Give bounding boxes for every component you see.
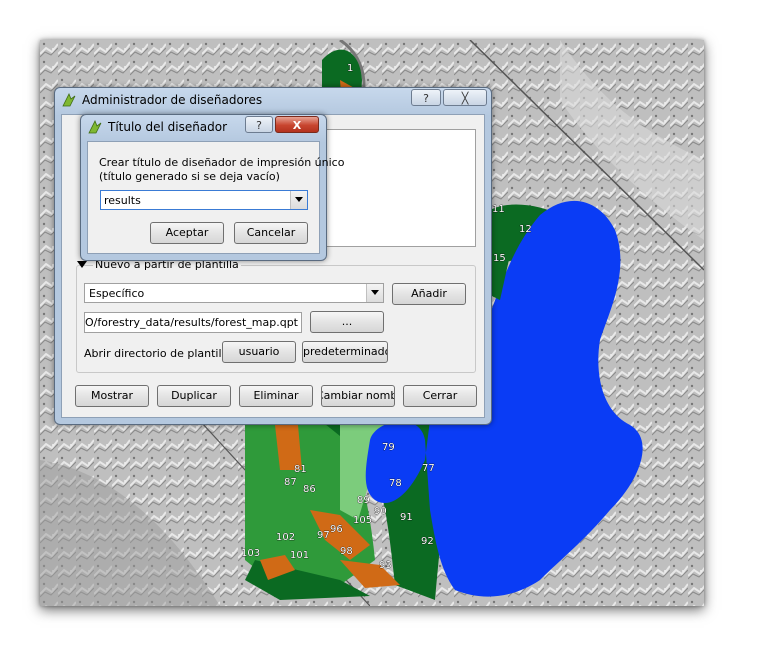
- show-button[interactable]: Mostrar: [75, 385, 149, 407]
- user-dir-button[interactable]: usuario: [222, 341, 296, 363]
- qgis-logo-icon: [88, 120, 102, 134]
- close-button[interactable]: Cerrar: [403, 385, 477, 407]
- template-path-field[interactable]: ARDO/forestry_data/results/forest_map.qp…: [84, 312, 302, 333]
- map-label: 93: [379, 560, 392, 571]
- prompt-line-1: Crear título de diseñador de impresión ú…: [99, 156, 345, 169]
- map-label: 92: [421, 536, 434, 547]
- duplicate-button[interactable]: Duplicar: [157, 385, 231, 407]
- map-label: 12: [519, 224, 532, 235]
- map-label: 11: [492, 204, 505, 215]
- map-label: 77: [422, 463, 435, 474]
- map-label: 89: [357, 495, 370, 506]
- rename-button-label: Cambiar nombre: [322, 389, 394, 402]
- prompt-line-2: (título generado si se deja vacío): [99, 170, 280, 183]
- chevron-down-icon[interactable]: [290, 191, 307, 209]
- title-input-value: results: [104, 194, 141, 207]
- browse-button[interactable]: ...: [310, 311, 384, 333]
- map-label: 105: [353, 515, 372, 526]
- map-label: 86: [303, 484, 316, 495]
- map-label: 87: [284, 477, 297, 488]
- title-dialog-title: Título del diseñador: [108, 120, 228, 134]
- designer-manager-titlebar[interactable]: Administrador de diseñadores ? ╳: [55, 88, 491, 114]
- map-label: 91: [400, 512, 413, 523]
- help-button[interactable]: ?: [245, 116, 273, 133]
- accept-button[interactable]: Aceptar: [150, 222, 224, 244]
- map-label: 15: [493, 253, 506, 264]
- cancel-button[interactable]: Cancelar: [234, 222, 308, 244]
- chevron-down-icon[interactable]: [366, 284, 383, 302]
- title-dialog-titlebar[interactable]: Título del diseñador ? X: [81, 115, 326, 141]
- map-label: 101: [290, 550, 309, 561]
- map-label: 98: [340, 546, 353, 557]
- delete-button[interactable]: Eliminar: [239, 385, 313, 407]
- default-dir-button[interactable]: predeterminado: [302, 341, 388, 363]
- map-label: 90: [374, 506, 387, 517]
- close-icon[interactable]: X: [275, 116, 319, 133]
- map-label: 79: [382, 442, 395, 453]
- help-button[interactable]: ?: [411, 89, 441, 106]
- template-type-combo[interactable]: Específico: [84, 283, 384, 303]
- open-template-dir-label: Abrir directorio de plantillas: [84, 347, 238, 360]
- map-label: 96: [330, 524, 343, 535]
- template-type-value: Específico: [89, 287, 145, 300]
- template-path-value: ARDO/forestry_data/results/forest_map.qp…: [84, 316, 298, 329]
- map-label: 81: [294, 464, 307, 475]
- rename-button[interactable]: Cambiar nombre: [321, 385, 395, 407]
- map-label: 1: [347, 63, 353, 74]
- map-label: 78: [389, 478, 402, 489]
- designer-manager-title: Administrador de diseñadores: [82, 93, 263, 107]
- title-dialog-body: Crear título de diseñador de impresión ú…: [87, 141, 344, 254]
- map-label: 97: [317, 530, 330, 541]
- map-label: 102: [276, 532, 295, 543]
- collapse-arrow-icon[interactable]: [77, 261, 87, 268]
- designer-title-dialog[interactable]: Título del diseñador ? X Crear título de…: [80, 114, 344, 261]
- close-window-button[interactable]: ╳: [443, 89, 487, 106]
- map-label: 103: [241, 548, 260, 559]
- title-input[interactable]: results: [100, 190, 308, 210]
- add-button[interactable]: Añadir: [392, 283, 466, 305]
- qgis-logo-icon: [62, 93, 76, 107]
